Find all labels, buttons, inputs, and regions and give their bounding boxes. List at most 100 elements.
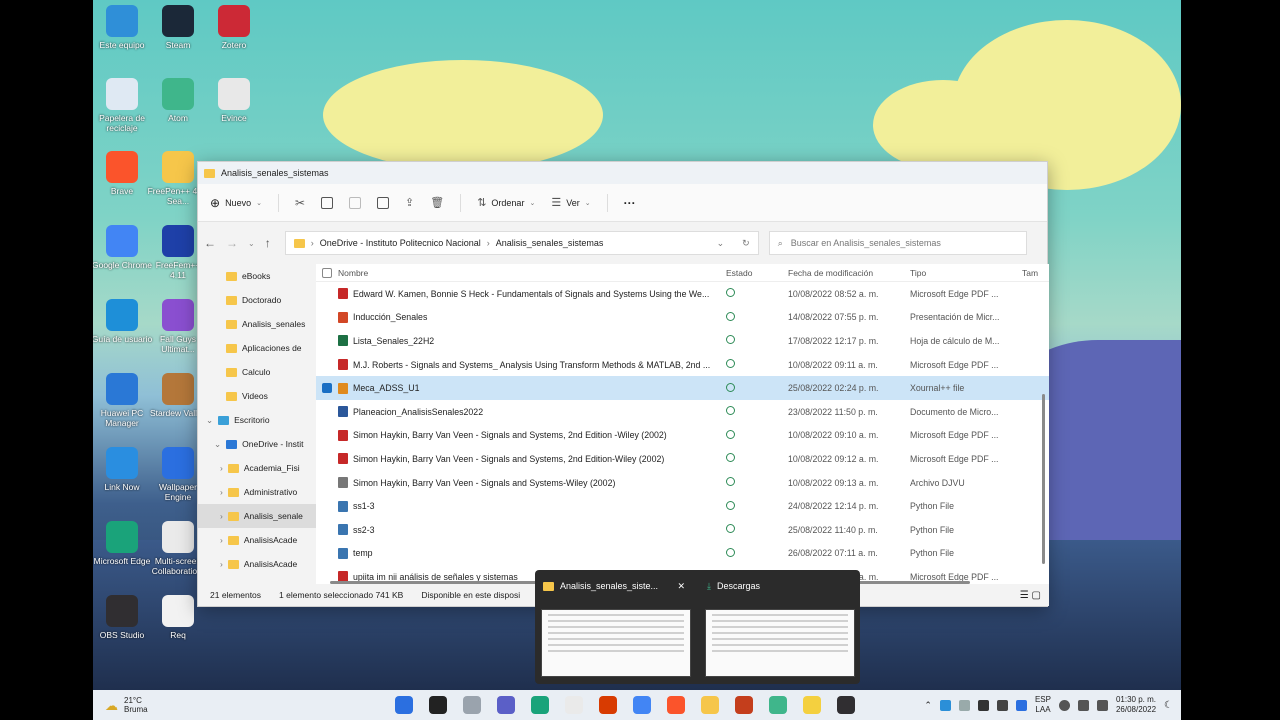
file-explorer-window[interactable]: Analisis_senales_sistemas ⊕ Nuevo ⌄ ✂ ⇪ … — [197, 161, 1049, 607]
row-checkbox[interactable] — [322, 430, 332, 440]
select-all-checkbox[interactable] — [322, 267, 332, 278]
taskbar-app-icon[interactable] — [497, 696, 515, 714]
desktop-icon[interactable]: Papelera de reciclaje — [93, 78, 153, 133]
file-list[interactable]: Nombre Estado Fecha de modificación Tipo… — [316, 264, 1049, 586]
desktop-icon[interactable]: Zotero — [203, 5, 265, 50]
column-type[interactable]: Tipo — [910, 268, 1022, 278]
new-button[interactable]: ⊕ Nuevo ⌄ — [210, 196, 262, 210]
taskbar-app-icon[interactable] — [735, 696, 753, 714]
row-checkbox[interactable] — [322, 289, 332, 299]
share-icon[interactable]: ⇪ — [405, 196, 414, 209]
onedrive-icon[interactable] — [939, 699, 951, 711]
back-arrow-icon[interactable]: ← — [204, 236, 216, 250]
row-checkbox[interactable] — [322, 478, 332, 488]
desktop-icon[interactable]: Huawei PC Manager — [93, 373, 153, 428]
start-button[interactable] — [395, 696, 413, 714]
chevron-down-icon[interactable]: ⌄ — [206, 415, 213, 426]
cloud-icon[interactable] — [958, 699, 970, 711]
cut-icon[interactable]: ✂ — [295, 196, 305, 210]
taskbar-app-icon[interactable] — [837, 696, 855, 714]
nav-item[interactable]: Doctorado — [198, 288, 316, 312]
taskbar-app-icon[interactable] — [769, 696, 787, 714]
chevron-right-icon[interactable]: › — [220, 559, 223, 569]
settings-tray-icon[interactable] — [996, 699, 1008, 711]
nav-item[interactable]: › Analisis_senale — [198, 504, 316, 528]
desktop-icon[interactable]: Atom — [147, 78, 209, 123]
taskbar-app-icon[interactable] — [565, 696, 583, 714]
desktop-icon[interactable]: Steam — [147, 5, 209, 50]
desktop-icon[interactable]: Evince — [203, 78, 265, 123]
rename-icon[interactable] — [377, 196, 390, 209]
app-tray-icon[interactable] — [977, 699, 989, 711]
file-row[interactable]: Lista_Senales_22H2 17/08/2022 12:17 p. m.… — [316, 329, 1049, 353]
nav-item[interactable]: Aplicaciones de — [198, 336, 316, 360]
chevron-right-icon[interactable]: › — [220, 535, 223, 545]
column-size[interactable]: Tam — [1022, 268, 1042, 278]
desktop-icon[interactable]: Microsoft Edge — [93, 521, 153, 566]
thumbnail-explorer[interactable]: Analisis_senales_siste... ✕ — [535, 576, 691, 680]
row-checkbox[interactable] — [322, 525, 332, 535]
file-row[interactable]: Meca_ADSS_U1 25/08/2022 02:24 p. m. Xourna… — [316, 376, 1049, 400]
taskbar-app-icon[interactable] — [803, 696, 821, 714]
file-row[interactable]: temp 26/08/2022 07:11 a. m. Python File — [316, 542, 1049, 566]
chevron-right-icon[interactable]: › — [220, 463, 223, 473]
search-icon[interactable] — [429, 696, 447, 714]
recent-locations-icon[interactable]: ⌄ — [248, 239, 255, 248]
paste-icon[interactable] — [349, 196, 362, 209]
row-checkbox[interactable] — [322, 312, 332, 322]
chevron-down-icon[interactable]: ⌄ — [717, 238, 725, 249]
row-checkbox[interactable] — [322, 454, 332, 464]
nav-item[interactable]: › AnalisisAcade — [198, 528, 316, 552]
chevron-right-icon[interactable]: › — [220, 487, 223, 497]
weather-widget[interactable]: ☁ 21°C Bruma — [105, 696, 148, 714]
row-checkbox[interactable] — [322, 407, 332, 417]
nav-item[interactable]: › Administrativo — [198, 480, 316, 504]
search-box[interactable]: ⌕ Buscar en Analisis_senales_sistemas — [768, 231, 1027, 255]
copy-icon[interactable] — [321, 196, 334, 209]
taskbar-app-icon[interactable] — [701, 696, 719, 714]
file-row[interactable]: M.J. Roberts - Signals and Systems_ Anal… — [316, 353, 1049, 377]
file-row[interactable]: Simon Haykin, Barry Van Veen - Signals a… — [316, 471, 1049, 495]
nav-item[interactable]: ⌄ OneDrive - Instit — [198, 432, 316, 456]
taskbar-app-icon[interactable] — [599, 696, 617, 714]
file-row[interactable]: Simon Haykin, Barry Van Veen - Signals a… — [316, 424, 1049, 448]
desktop-icon[interactable]: OBS Studio — [93, 595, 153, 640]
chevron-up-icon[interactable]: ⌃ — [924, 700, 932, 711]
notification-icon[interactable]: ☾ — [1164, 700, 1173, 711]
row-checkbox[interactable] — [322, 501, 332, 511]
volume-icon[interactable] — [1077, 699, 1089, 711]
file-row[interactable]: Inducción_Senales 14/08/2022 07:55 p. m. P… — [316, 306, 1049, 330]
forward-arrow-icon[interactable]: → — [226, 236, 238, 250]
delete-icon[interactable]: 🗑 — [430, 196, 444, 209]
nav-item[interactable]: ⌄ Escritorio — [198, 408, 316, 432]
desktop-icon[interactable]: Brave — [93, 151, 153, 196]
taskbar-app-icon[interactable] — [667, 696, 685, 714]
column-state[interactable]: Estado — [720, 268, 788, 278]
microphone-icon[interactable] — [1015, 699, 1027, 711]
taskbar-app-icon[interactable] — [531, 696, 549, 714]
row-checkbox[interactable] — [322, 336, 332, 346]
nav-item[interactable]: Calculo — [198, 360, 316, 384]
row-checkbox[interactable] — [322, 383, 332, 394]
desktop-icon[interactable]: Guía de usuario — [93, 299, 153, 344]
breadcrumb-root[interactable]: OneDrive - Instituto Politecnico Naciona… — [320, 238, 481, 248]
network-icon[interactable] — [1058, 699, 1070, 711]
file-row[interactable]: Simon Haykin, Barry Van Veen - Signals a… — [316, 447, 1049, 471]
battery-icon[interactable] — [1096, 699, 1108, 711]
more-options-button[interactable]: ··· — [624, 196, 636, 210]
address-bar[interactable]: › OneDrive - Instituto Politecnico Nacio… — [284, 231, 759, 255]
column-date[interactable]: Fecha de modificación — [788, 268, 910, 278]
row-checkbox[interactable] — [322, 360, 332, 370]
chevron-right-icon[interactable]: › — [220, 511, 223, 521]
sort-button[interactable]: ⇅ Ordenar ⌄ — [477, 196, 535, 209]
nav-item[interactable]: eBooks — [198, 264, 316, 288]
view-button[interactable]: ☰ Ver ⌄ — [551, 196, 590, 209]
nav-item[interactable]: Videos — [198, 384, 316, 408]
desktop-icon[interactable]: Link Now — [93, 447, 153, 492]
nav-item[interactable]: › AnalisisAcade — [198, 552, 316, 576]
row-checkbox[interactable] — [322, 548, 332, 558]
vertical-scrollbar[interactable] — [1042, 394, 1045, 564]
file-row[interactable]: ss1-3 24/08/2022 12:14 p. m. Python File — [316, 494, 1049, 518]
title-bar[interactable]: Analisis_senales_sistemas — [198, 162, 1047, 184]
desktop-icon[interactable]: Google Chrome — [93, 225, 153, 270]
